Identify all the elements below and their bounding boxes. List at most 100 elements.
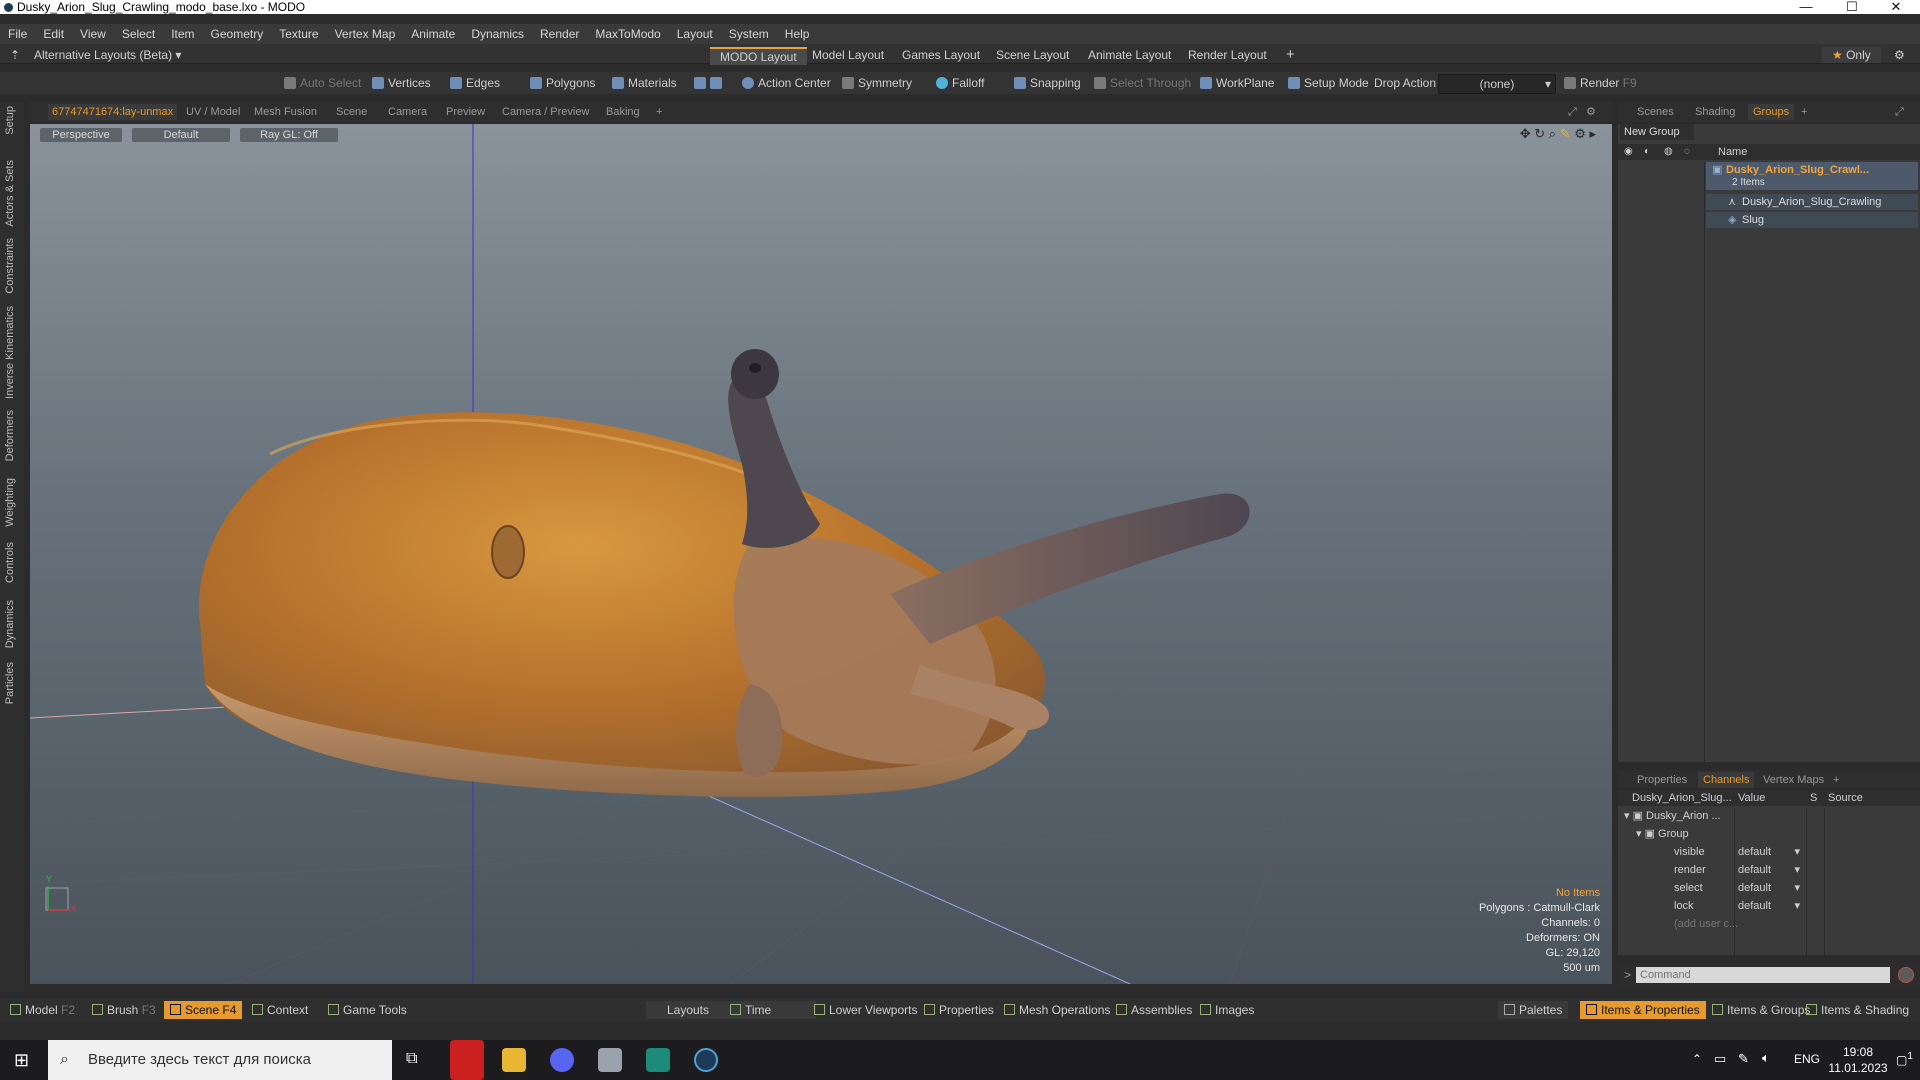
menu-geometry[interactable]: Geometry <box>203 24 272 44</box>
tab-games-layout[interactable]: Games Layout <box>892 47 990 63</box>
new-group-button[interactable]: New Group <box>1620 124 1694 140</box>
game-tools-button[interactable]: Game Tools <box>322 1001 413 1019</box>
channel-value-select[interactable]: default ▾ <box>1738 862 1804 878</box>
side-tab-particles[interactable]: Particles <box>4 662 16 704</box>
vertices-button[interactable]: Vertices <box>372 74 431 92</box>
modo-taskbar-icon[interactable] <box>694 1048 718 1072</box>
tab-groups[interactable]: Groups <box>1748 104 1795 120</box>
side-tab-constraints[interactable]: Constraints <box>4 238 16 294</box>
edges-button[interactable]: Edges <box>450 74 500 92</box>
expand-panel-icon[interactable]: ⤢ <box>1890 104 1909 120</box>
workplane-button[interactable]: WorkPlane <box>1200 74 1274 92</box>
visibility-eye-icon[interactable]: ◉ <box>1624 144 1633 160</box>
tab-render-layout[interactable]: Render Layout <box>1178 47 1277 63</box>
notification-icon[interactable]: ▢1 <box>1896 1051 1913 1067</box>
tab-modo-layout[interactable]: MODO Layout <box>710 47 807 65</box>
items-shading-button[interactable]: Items & Shading <box>1800 1001 1915 1019</box>
tab-vertex-maps[interactable]: Vertex Maps <box>1758 772 1829 788</box>
menu-help[interactable]: Help <box>777 24 818 44</box>
menu-texture[interactable]: Texture <box>271 24 326 44</box>
menu-layout[interactable]: Layout <box>669 24 721 44</box>
task-view-icon[interactable]: ⧉ <box>406 1050 417 1068</box>
render-icon[interactable]: ◐ <box>1644 144 1650 160</box>
terminal-app-icon[interactable] <box>646 1048 670 1072</box>
record-macro-icon[interactable] <box>1898 967 1914 983</box>
tab-shading[interactable]: Shading <box>1690 104 1740 120</box>
auto-select-button[interactable]: Auto Select <box>284 74 361 92</box>
tab-preview[interactable]: Preview <box>446 104 485 120</box>
pen-icon[interactable]: ✎ <box>1738 1051 1749 1067</box>
tab-camera[interactable]: Camera <box>388 104 427 120</box>
3d-viewport[interactable]: Perspective Default Ray GL: Off ✥ ↻ ⌕ ✎ … <box>30 124 1612 984</box>
tree-item-slug[interactable]: ◈ Slug <box>1706 212 1918 228</box>
gear-icon[interactable]: ⚙ <box>1890 47 1909 63</box>
tab-mesh-fusion[interactable]: Mesh Fusion <box>254 104 317 120</box>
slug-model[interactable] <box>198 349 1250 797</box>
model-button[interactable]: Model F2 <box>4 1001 81 1019</box>
discord-icon[interactable] <box>550 1048 574 1072</box>
command-input[interactable] <box>1636 967 1890 983</box>
context-button[interactable]: Context <box>246 1001 314 1019</box>
brush-button[interactable]: Brush F3 <box>86 1001 162 1019</box>
channel-item-row[interactable]: ▾ ▣ Dusky_Arion ... <box>1624 808 1914 824</box>
tab-uv-model[interactable]: UV / Model <box>186 104 240 120</box>
tab-camera-preview[interactable]: Camera / Preview <box>502 104 589 120</box>
select-icon[interactable]: ◌ <box>1684 144 1690 160</box>
menu-render[interactable]: Render <box>532 24 587 44</box>
menu-edit[interactable]: Edit <box>35 24 72 44</box>
group-row[interactable]: ▣ Dusky_Arion_Slug_Crawl... 2 Items <box>1706 162 1918 190</box>
add-channel-tab-button[interactable]: + <box>1828 772 1844 788</box>
falloff-button[interactable]: Falloff <box>936 74 984 92</box>
tab-baking[interactable]: Baking <box>606 104 640 120</box>
polygons-button[interactable]: Polygons <box>530 74 595 92</box>
tab-properties[interactable]: Properties <box>1632 772 1692 788</box>
side-tab-weighting[interactable]: Weighting <box>4 478 16 527</box>
clock[interactable]: 19:08 11.01.2023 <box>1826 1044 1890 1076</box>
menu-vertex-map[interactable]: Vertex Map <box>327 24 404 44</box>
lock-icon[interactable]: ◍ <box>1664 144 1673 160</box>
symmetry-button[interactable]: Symmetry <box>842 74 912 92</box>
snapping-button[interactable]: Snapping <box>1014 74 1081 92</box>
taskbar-search-box[interactable]: ⌕ Введите здесь текст для поиска <box>48 1040 392 1080</box>
mesh-operations-button[interactable]: Mesh Operations <box>998 1001 1116 1019</box>
tab-model-layout[interactable]: Model Layout <box>802 47 894 63</box>
items-properties-button[interactable]: Items & Properties <box>1580 1001 1706 1019</box>
close-button[interactable]: ✕ <box>1876 0 1916 14</box>
viewport-gear-icon[interactable]: ⚙ <box>1586 104 1596 120</box>
properties-button[interactable]: Properties <box>918 1001 1000 1019</box>
select-through-button[interactable]: Select Through <box>1094 74 1191 92</box>
add-panel-tab-button[interactable]: + <box>1796 104 1812 120</box>
scene-button[interactable]: Scene F4 <box>164 1001 243 1019</box>
assemblies-button[interactable]: Assemblies <box>1110 1001 1198 1019</box>
opera-icon[interactable] <box>450 1040 484 1080</box>
only-toggle[interactable]: ★ Only <box>1822 47 1881 63</box>
menu-select[interactable]: Select <box>114 24 163 44</box>
tab-scene-layout[interactable]: Scene Layout <box>986 47 1079 63</box>
tab-animate-layout[interactable]: Animate Layout <box>1078 47 1181 63</box>
tab-lay-unmax[interactable]: 67747471674:lay-unmax <box>48 104 178 120</box>
menu-animate[interactable]: Animate <box>403 24 463 44</box>
menu-maxtomodo[interactable]: MaxToModo <box>587 24 668 44</box>
action-center-button[interactable]: Action Center <box>742 74 831 92</box>
time-button[interactable]: Time <box>724 1001 816 1019</box>
tray-chevron-icon[interactable]: ⌃ <box>1692 1052 1702 1066</box>
side-tab-inverse-kinematics[interactable]: Inverse Kinematics <box>4 306 16 399</box>
menu-item[interactable]: Item <box>163 24 202 44</box>
lower-viewports-button[interactable]: Lower Viewports <box>808 1001 924 1019</box>
add-viewport-tab-button[interactable]: + <box>656 104 662 120</box>
render-button[interactable]: Render F9 <box>1564 74 1637 92</box>
channel-row[interactable]: visible default ▾ <box>1618 844 1920 860</box>
alternative-layouts-dropdown[interactable]: Alternative Layouts (Beta) ▾ <box>30 47 185 63</box>
materials-button[interactable]: Materials <box>612 74 677 92</box>
channel-row[interactable]: select default ▾ <box>1618 880 1920 896</box>
channel-value-select[interactable]: default ▾ <box>1738 880 1804 896</box>
app-icon[interactable] <box>598 1048 622 1072</box>
menu-dynamics[interactable]: Dynamics <box>463 24 532 44</box>
drop-action-select[interactable]: (none) ▾ <box>1438 74 1556 94</box>
tab-scenes[interactable]: Scenes <box>1632 104 1679 120</box>
volume-icon[interactable]: 🔈︎ <box>1762 1050 1770 1066</box>
side-tab-setup[interactable]: Setup <box>4 106 16 135</box>
maximize-viewport-icon[interactable]: ⤢ <box>1568 104 1577 120</box>
images-button[interactable]: Images <box>1194 1001 1260 1019</box>
network-icon[interactable]: ▭ <box>1714 1051 1726 1067</box>
